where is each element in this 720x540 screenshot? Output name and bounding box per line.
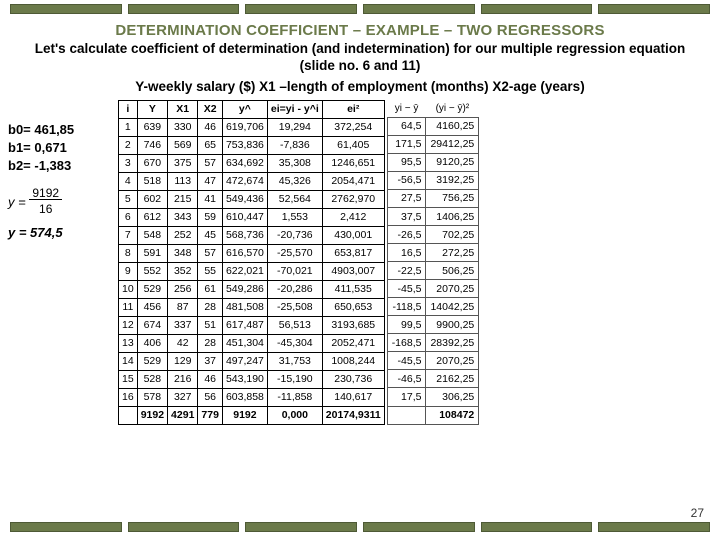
- slide-title: DETERMINATION COEFFICIENT – EXAMPLE – TW…: [0, 22, 720, 39]
- top-bars: [0, 0, 720, 18]
- variable-defs: Y-weekly salary ($) X1 –length of employ…: [0, 79, 720, 94]
- b1: b1= 0,671: [8, 140, 118, 155]
- coefficients-panel: b0= 461,85 b1= 0,671 b2= -1,383 y = 9192…: [8, 100, 118, 425]
- data-table: iYX1X2y^ei=yi - y^iei² 163933046619,7061…: [118, 100, 385, 425]
- b0: b0= 461,85: [8, 122, 118, 137]
- bottom-bars: [0, 518, 720, 536]
- b2: b2= -1,383: [8, 158, 118, 173]
- slide-subtitle: Let's calculate coefficient of determina…: [20, 41, 700, 75]
- extra-columns: yi − ȳ(yi − ȳ)² 64,54160,25171,529412,25…: [387, 100, 480, 425]
- ybar-value: y = 574,5: [8, 225, 118, 240]
